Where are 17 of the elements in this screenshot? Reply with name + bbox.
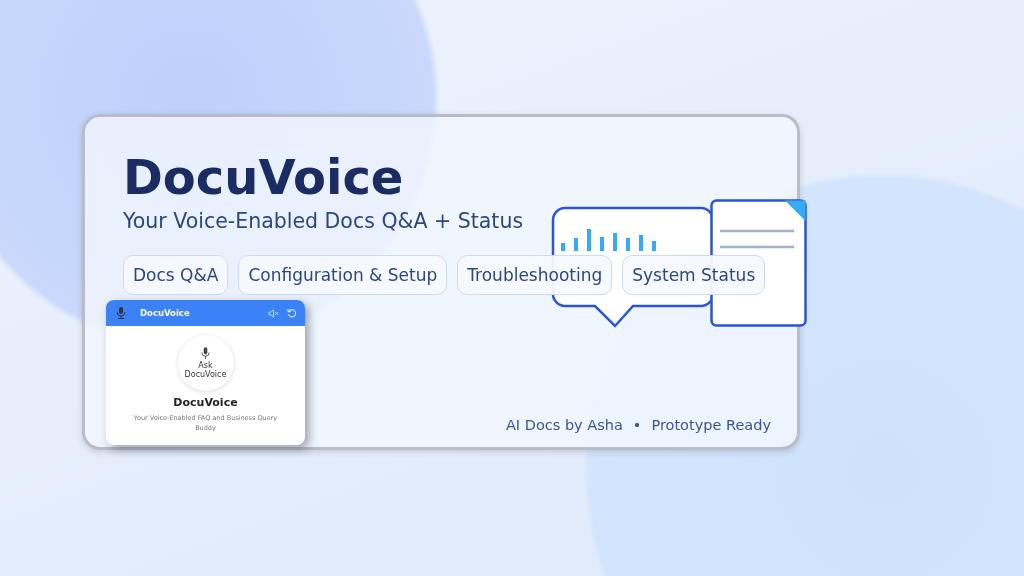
refresh-icon[interactable]: [287, 308, 297, 318]
topic-chip: Troubleshooting: [457, 255, 613, 295]
mute-icon[interactable]: [268, 308, 279, 318]
microphone-icon: [116, 307, 126, 319]
separator: •: [632, 417, 642, 433]
microphone-icon: [201, 347, 210, 360]
byline: AI Docs by Asha: [505, 417, 623, 433]
topic-chip: Docs Q&A: [123, 255, 229, 295]
topic-chip: System Status: [622, 255, 766, 295]
preview-heading: DocuVoice: [173, 396, 238, 409]
voice-badge[interactable]: Ask DocuVoice: [177, 335, 234, 391]
status-text: Prototype Ready: [651, 417, 771, 433]
preview-app-title: DocuVoice: [140, 308, 190, 318]
badge-label: Ask DocuVoice: [183, 361, 228, 379]
app-title: DocuVoice: [123, 148, 405, 207]
topic-chip: Configuration & Setup: [238, 255, 448, 295]
tagline: Your Voice-Enabled Docs Q&A + Status: [123, 209, 524, 233]
